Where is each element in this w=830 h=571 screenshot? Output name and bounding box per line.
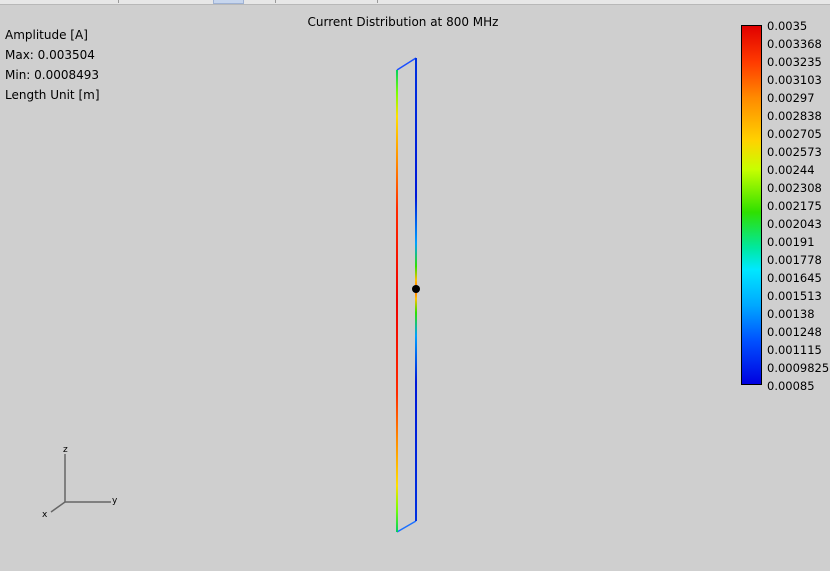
current-distribution-view[interactable]: z y x	[0, 0, 830, 571]
wire-bottom-segment	[396, 520, 417, 533]
x-axis-label: x	[42, 510, 48, 520]
axis-triad: z y x	[42, 445, 118, 520]
wire-top-segment	[396, 57, 417, 71]
feed-point[interactable]	[412, 285, 420, 293]
x-axis-line	[50, 501, 66, 513]
y-axis-label: y	[112, 496, 118, 506]
z-axis-label: z	[63, 445, 68, 455]
